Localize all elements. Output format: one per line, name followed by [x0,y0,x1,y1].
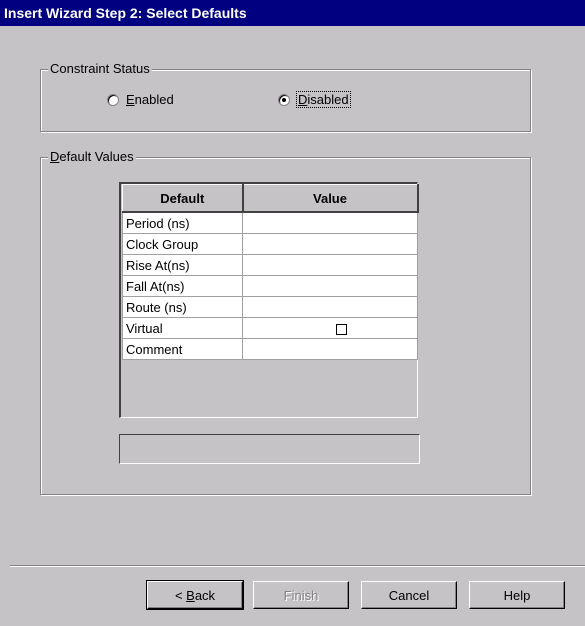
window-title: Insert Wizard Step 2: Select Defaults [4,5,247,21]
enabled-radio-label: Enabled [126,92,174,107]
column-header-default[interactable]: Default [122,184,244,213]
virtual-checkbox[interactable] [335,323,347,335]
finish-button-label: Finish [283,587,319,603]
table-row: Comment [122,338,418,360]
row-name-cell[interactable]: Virtual [122,317,243,339]
disabled-radio[interactable]: Disabled [278,91,351,108]
table-header-row: Default Value [122,184,419,213]
row-value-cell[interactable] [242,211,418,234]
button-separator [10,565,585,567]
row-name-cell[interactable]: Fall At(ns) [122,275,243,297]
row-name-cell[interactable]: Route (ns) [122,296,243,318]
row-value-cell[interactable] [242,275,418,297]
title-bar: Insert Wizard Step 2: Select Defaults [0,0,585,26]
enabled-radio-circle[interactable] [107,93,119,106]
row-name-cell[interactable]: Period (ns) [122,211,243,234]
description-field [119,434,420,464]
back-button[interactable]: < Back [146,580,244,610]
table-row: Clock Group [122,233,418,255]
row-name-cell[interactable]: Rise At(ns) [122,254,243,276]
column-header-value[interactable]: Value [242,184,419,213]
back-button-label: < Back [174,587,216,603]
constraint-status-group: Constraint Status Enabled Disabled [40,61,531,132]
virtual-value-cell[interactable] [242,317,418,339]
row-value-cell[interactable] [242,296,418,318]
constraint-status-label: Constraint Status [48,61,152,77]
default-values-table: Default Value Period (ns) Clock Group Ri… [122,184,419,360]
default-values-table-frame: Default Value Period (ns) Clock Group Ri… [119,182,419,418]
row-value-cell[interactable] [242,338,418,360]
cancel-button[interactable]: Cancel [361,581,457,609]
finish-button[interactable]: Finish [253,581,349,609]
row-value-cell[interactable] [242,233,418,255]
radio-selected-dot [282,97,286,102]
row-name-cell[interactable]: Comment [122,338,243,360]
cancel-button-label: Cancel [388,587,430,603]
disabled-radio-label: Disabled [296,91,351,108]
default-values-label: Default Values [48,149,136,165]
help-button-label: Help [503,587,531,603]
help-button[interactable]: Help [469,581,565,609]
row-name-cell[interactable]: Clock Group [122,233,243,255]
table-row: Virtual [122,317,418,339]
enabled-radio[interactable]: Enabled [107,92,174,107]
insert-wizard-dialog: Insert Wizard Step 2: Select Defaults Co… [0,0,585,626]
table-row: Fall At(ns) [122,275,418,297]
row-value-cell[interactable] [242,254,418,276]
table-row: Period (ns) [122,211,418,234]
table-row: Route (ns) [122,296,418,318]
disabled-radio-circle[interactable] [278,93,290,106]
table-row: Rise At(ns) [122,254,418,276]
